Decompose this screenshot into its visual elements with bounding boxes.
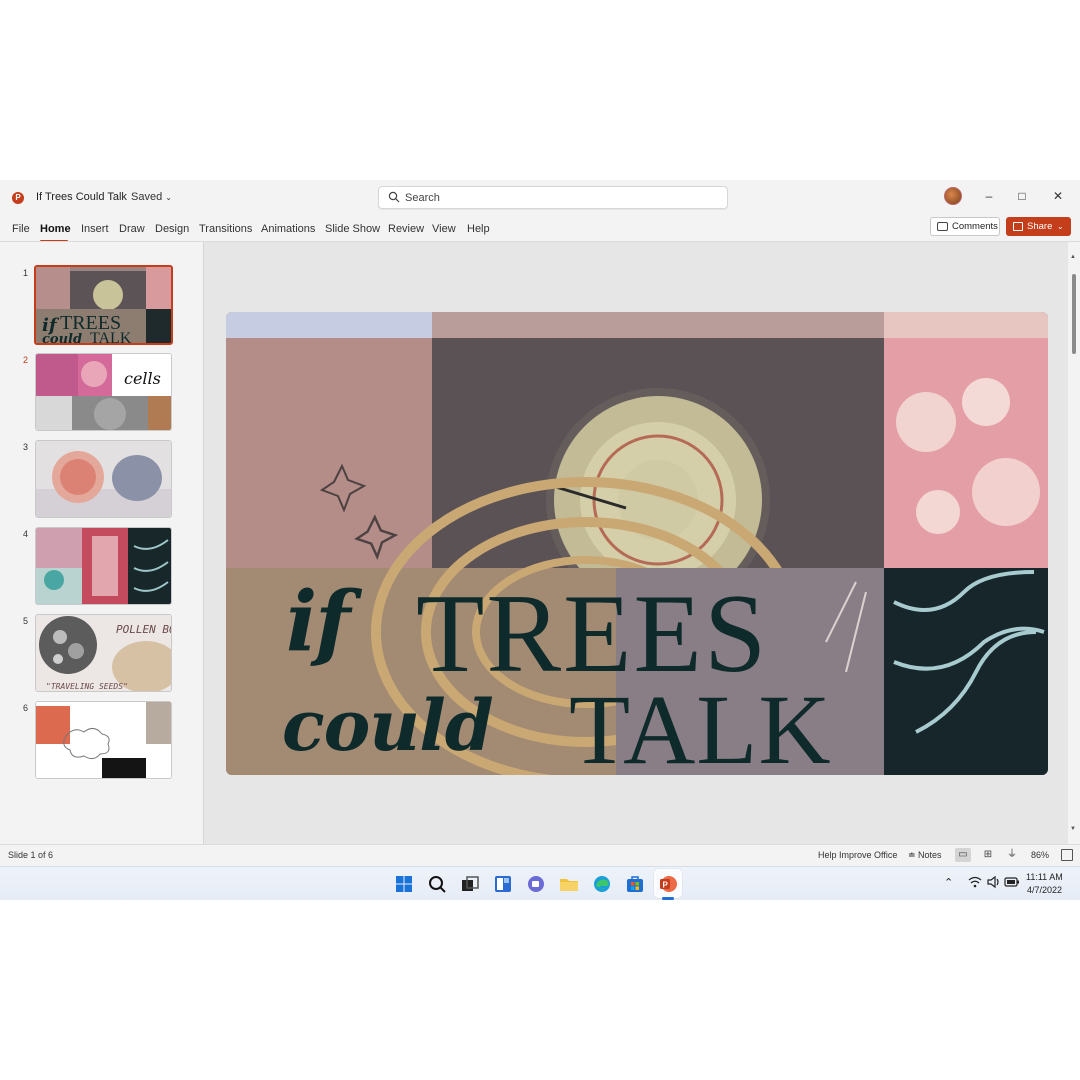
save-status-label: Saved: [131, 191, 163, 203]
thumbnail-number: 5: [23, 616, 29, 626]
close-button[interactable]: ✕: [1046, 186, 1070, 206]
tab-design[interactable]: Design: [155, 223, 189, 235]
thumbnail-preview: [36, 441, 171, 517]
slide-title-could: could: [282, 684, 494, 767]
zoom-level[interactable]: 86%: [1031, 850, 1049, 860]
slide-editing-area: if TREES could TALK: [204, 242, 1068, 844]
document-title[interactable]: If Trees Could Talk: [36, 191, 127, 203]
tab-transitions[interactable]: Transitions: [199, 223, 252, 235]
save-status-menu[interactable]: Saved ⌄: [131, 191, 172, 203]
battery-icon[interactable]: [1004, 876, 1020, 891]
tab-help[interactable]: Help: [467, 223, 490, 235]
thumbnail-slide-6[interactable]: [35, 701, 172, 779]
svg-text:could: could: [42, 332, 82, 345]
svg-text:P: P: [663, 881, 669, 890]
chevron-down-icon: ⌄: [165, 193, 172, 202]
slide-count: Slide 1 of 6: [8, 850, 54, 860]
thumbnail-preview: cells: [36, 354, 171, 430]
search-placeholder: Search: [405, 192, 440, 204]
start-icon[interactable]: [393, 873, 415, 895]
task-view-icon[interactable]: [459, 873, 481, 895]
tab-home[interactable]: Home: [40, 223, 71, 235]
clock-time[interactable]: 11:11 AM: [1026, 872, 1063, 882]
search-icon[interactable]: [426, 873, 448, 895]
tab-file[interactable]: File: [12, 223, 30, 235]
comment-icon: [937, 222, 948, 231]
scroll-up-icon[interactable]: ▲: [1070, 254, 1076, 260]
thumbnail-number: 2: [23, 355, 29, 365]
thumbnail-5-subtitle: "TRAVELING SEEDS": [46, 682, 128, 691]
thumbnail-slide-3[interactable]: [35, 440, 172, 518]
widgets-icon[interactable]: [492, 873, 514, 895]
thumbnail-5-title: POLLEN BODIES: [116, 623, 172, 636]
windows-taskbar: P ⌃ 11:11 AM 4/7/2022: [0, 866, 1080, 900]
tab-draw[interactable]: Draw: [119, 223, 145, 235]
running-indicator: [662, 897, 674, 900]
powerpoint-window: P If Trees Could Talk Saved ⌄ Search – □ …: [0, 180, 1080, 900]
help-improve-office-link[interactable]: Help Improve Office: [818, 850, 897, 860]
current-slide[interactable]: if TREES could TALK: [226, 312, 1048, 775]
fit-to-window-icon[interactable]: [1061, 849, 1073, 861]
comments-button[interactable]: Comments: [930, 217, 1000, 236]
comments-label: Comments: [952, 221, 998, 232]
teams-chat-icon[interactable]: [525, 873, 547, 895]
user-avatar[interactable]: [944, 187, 962, 205]
scrollbar-thumb[interactable]: [1072, 274, 1076, 354]
svg-text:TALK: TALK: [90, 330, 132, 345]
share-label: Share: [1027, 221, 1053, 232]
slide-sorter-button[interactable]: ⊞: [980, 848, 996, 862]
thumbnail-slide-4[interactable]: [35, 527, 172, 605]
search-box[interactable]: Search: [378, 186, 728, 209]
title-bar: P If Trees Could Talk Saved ⌄ Search – □ …: [0, 180, 1080, 214]
thumbnail-2-text: cells: [124, 369, 161, 388]
thumbnail-number: 3: [23, 442, 29, 452]
notes-button[interactable]: ≐ Notes: [908, 850, 942, 861]
file-explorer-icon[interactable]: [558, 873, 580, 895]
minimize-button[interactable]: –: [977, 186, 1001, 206]
normal-view-button[interactable]: ▭: [955, 848, 971, 862]
wifi-icon[interactable]: [968, 875, 982, 892]
thumbnail-slide-5[interactable]: POLLEN BODIES "TRAVELING SEEDS": [35, 614, 172, 692]
slide-show-button[interactable]: ⏚: [1004, 848, 1020, 862]
powerpoint-taskbar-icon[interactable]: P: [657, 873, 679, 895]
share-icon: [1013, 222, 1023, 231]
thumbnail-slide-1[interactable]: if TREES could TALK: [34, 265, 173, 345]
microsoft-store-icon[interactable]: [624, 873, 646, 895]
slide-title-talk: TALK: [569, 674, 832, 775]
thumbnail-number: 6: [23, 703, 29, 713]
chevron-down-icon: ⌄: [1057, 222, 1064, 231]
slide-title-if: if: [286, 574, 350, 670]
thumbnail-preview: [36, 528, 171, 604]
vertical-scrollbar[interactable]: ▲ ▼: [1068, 242, 1080, 844]
share-button[interactable]: Share ⌄: [1006, 217, 1071, 236]
thumbnail-preview: [36, 702, 171, 778]
powerpoint-app-icon: P: [12, 192, 24, 204]
slide-thumbnails-pane: 1 if TREES could TALK 2 cells 3 4 5 POLL…: [0, 242, 204, 844]
tab-insert[interactable]: Insert: [81, 223, 109, 235]
ribbon-tabs: File Home Insert Draw Design Transitions…: [0, 214, 1080, 242]
volume-icon[interactable]: [986, 875, 1000, 892]
tab-animations[interactable]: Animations: [261, 223, 315, 235]
clock-date[interactable]: 4/7/2022: [1027, 885, 1062, 895]
thumbnail-preview: POLLEN BODIES "TRAVELING SEEDS": [36, 615, 172, 691]
tab-review[interactable]: Review: [388, 223, 424, 235]
maximize-button[interactable]: □: [1010, 186, 1034, 206]
notes-label: Notes: [918, 850, 942, 860]
status-bar: Slide 1 of 6 Help Improve Office ≐ Notes…: [0, 844, 1080, 866]
thumbnail-preview: if TREES could TALK: [36, 267, 171, 345]
thumbnail-number: 1: [23, 268, 29, 278]
thumbnail-slide-2[interactable]: cells: [35, 353, 172, 431]
edge-browser-icon[interactable]: [591, 873, 613, 895]
tab-slide-show[interactable]: Slide Show: [325, 223, 380, 235]
show-hidden-icons-icon[interactable]: ⌃: [944, 876, 953, 889]
tab-view[interactable]: View: [432, 223, 456, 235]
search-icon: [388, 191, 400, 203]
scroll-down-icon[interactable]: ▼: [1070, 826, 1076, 832]
thumbnail-number: 4: [23, 529, 29, 539]
